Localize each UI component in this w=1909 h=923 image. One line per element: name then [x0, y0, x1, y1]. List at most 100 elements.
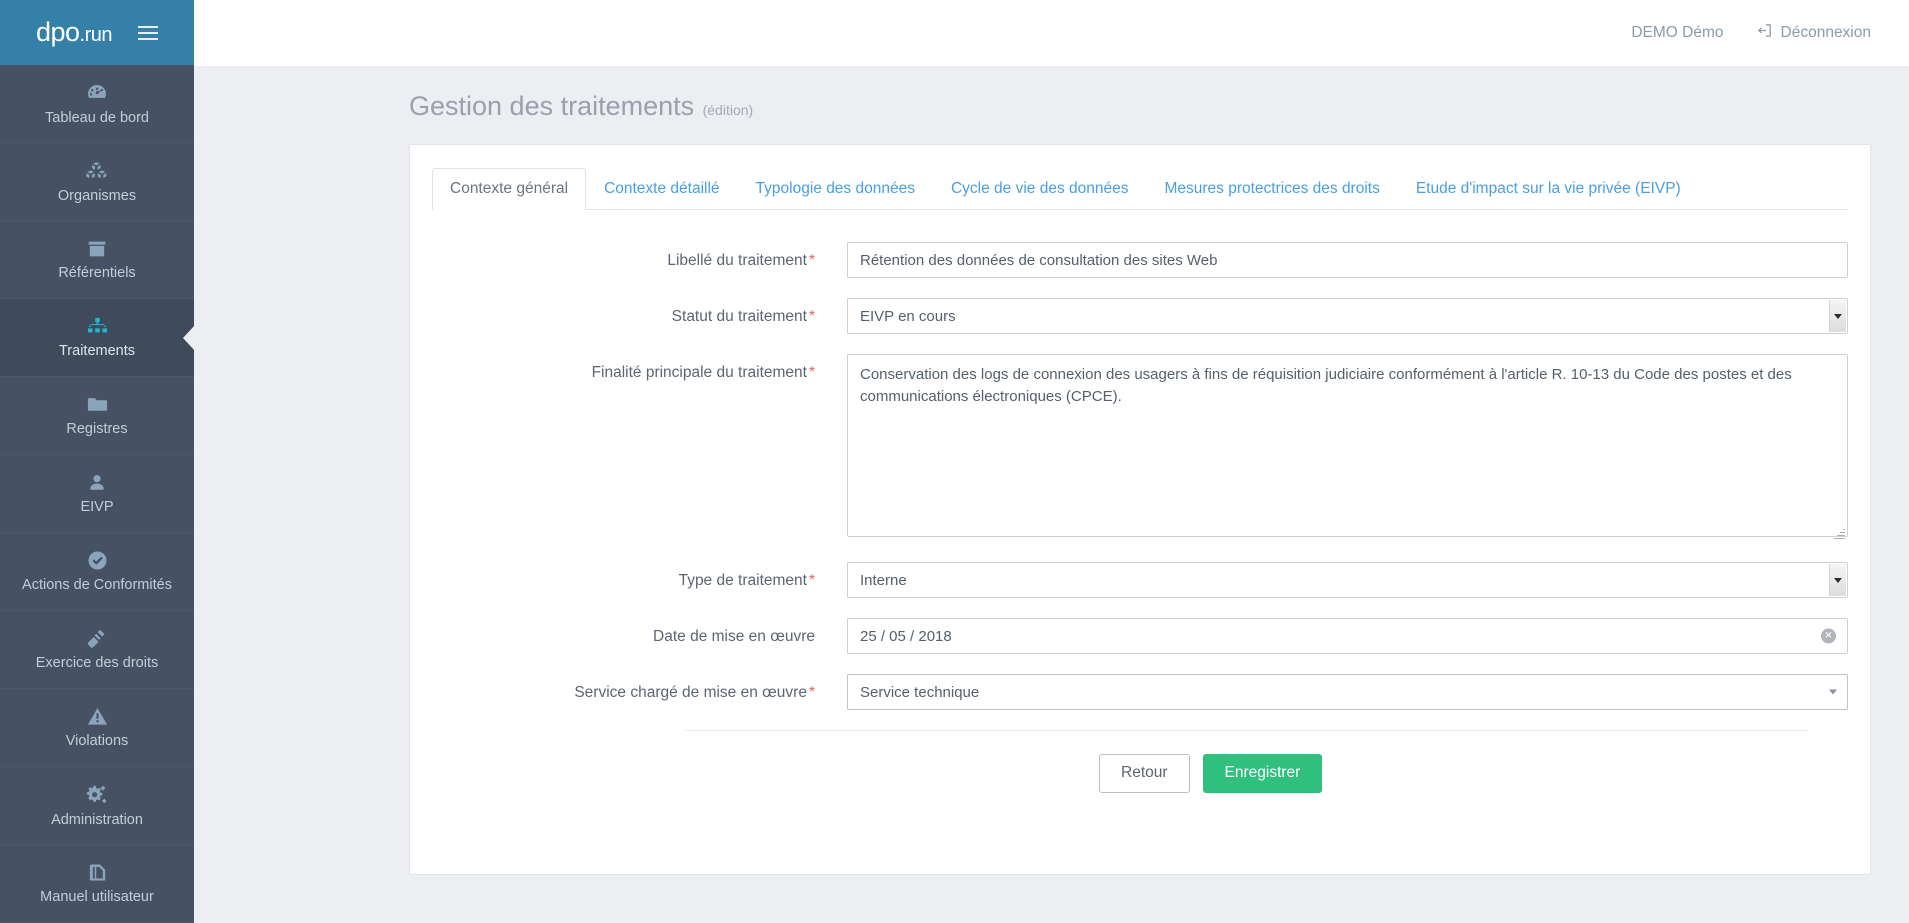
tab-mesures-protectrices-des-droits[interactable]: Mesures protectrices des droits: [1146, 168, 1397, 210]
sidebar-item-actions-de-conformites[interactable]: Actions de Conformités: [0, 533, 194, 611]
sidebar-item-eivp[interactable]: EIVP: [0, 455, 194, 533]
content-area: Contexte général Contexte détaillé Typol…: [194, 122, 1909, 923]
sidebar-item-referentiels[interactable]: Référentiels: [0, 221, 194, 299]
logo-suffix-text: .run: [79, 24, 113, 46]
tab-typologie-des-donnees[interactable]: Typologie des données: [738, 168, 933, 210]
brand-header: dpo.run: [0, 0, 194, 65]
tab-contexte-detaille[interactable]: Contexte détaillé: [586, 168, 737, 210]
user-icon: [86, 472, 108, 494]
field-finalite: [847, 354, 1848, 542]
form-card: Contexte général Contexte détaillé Typol…: [409, 144, 1871, 875]
label-statut: Statut du traitement *: [432, 298, 847, 327]
clear-circle-x-icon[interactable]: ✕: [1821, 628, 1836, 644]
field-date: ✕: [847, 618, 1848, 654]
service-selected-value: Service technique: [860, 683, 980, 701]
field-row-libelle: Libellé du traitement *: [432, 242, 1848, 278]
tab-contexte-general[interactable]: Contexte général: [432, 168, 587, 210]
label-libelle: Libellé du traitement *: [432, 242, 847, 271]
tab-bar: Contexte général Contexte détaillé Typol…: [432, 168, 1848, 210]
top-bar: DEMO Démo Déconnexion: [194, 0, 1909, 66]
sidebar-item-administration[interactable]: Administration: [0, 767, 194, 845]
field-libelle: [847, 242, 1848, 278]
label-text: Statut du traitement: [671, 308, 807, 325]
label-text: Service chargé de mise en œuvre: [574, 684, 807, 701]
save-button[interactable]: Enregistrer: [1202, 754, 1323, 793]
sidebar-item-registres[interactable]: Registres: [0, 377, 194, 455]
folder-icon: [86, 393, 109, 416]
field-row-service: Service chargé de mise en œuvre * Service…: [432, 674, 1848, 710]
gavel-icon: [86, 627, 109, 650]
book-icon: [86, 861, 109, 884]
traitement-form: Libellé du traitement* Statut du traitem…: [432, 210, 1848, 793]
logout-button[interactable]: Déconnexion: [1756, 22, 1871, 44]
required-marker: *: [808, 572, 815, 589]
field-row-finalite: Finalité principale du traitement *: [432, 354, 1848, 542]
sitemap-icon: [86, 315, 109, 338]
required-marker: *: [808, 308, 815, 325]
field-type: Interne: [847, 562, 1848, 598]
service-select[interactable]: Service technique: [847, 674, 1848, 710]
app-logo[interactable]: dpo.run: [35, 17, 113, 48]
required-marker: *: [808, 684, 815, 701]
tab-cycle-de-vie-des-donnees[interactable]: Cycle de vie des données: [933, 168, 1147, 210]
hamburger-icon[interactable]: [138, 25, 159, 40]
type-select[interactable]: Interne: [847, 562, 1848, 598]
finalite-textarea[interactable]: [847, 354, 1848, 537]
sidebar-item-label: EIVP: [80, 498, 114, 515]
tab-etude-impact-vie-privee[interactable]: Etude d'impact sur la vie privée (EIVP): [1398, 168, 1699, 210]
sidebar-item-label: Violations: [65, 733, 129, 750]
chevron-down-icon[interactable]: [1829, 564, 1846, 596]
field-row-statut: Statut du traitement * EIVP en cours: [432, 298, 1848, 334]
chevron-down-icon[interactable]: [1829, 689, 1837, 695]
page-header: Gestion des traitements (édition): [194, 66, 1909, 122]
sidebar-item-exercice-des-droits[interactable]: Exercice des droits: [0, 611, 194, 689]
sidebar-item-label: Référentiels: [58, 264, 136, 281]
label-text: Finalité principale du traitement: [591, 364, 807, 381]
label-text: Date de mise en œuvre: [653, 628, 815, 645]
sidebar-item-label: Organismes: [57, 187, 137, 204]
required-marker: *: [808, 252, 815, 269]
date-input[interactable]: [847, 618, 1848, 654]
type-selected-value: Interne: [860, 571, 907, 589]
label-text: Libellé du traitement: [667, 252, 807, 269]
logo-main-text: dpo: [35, 17, 80, 47]
sidebar: dpo.run Tableau de bord Organismes Référ…: [0, 0, 194, 923]
cubes-icon: [85, 159, 109, 183]
sidebar-item-label: Manuel utilisateur: [40, 889, 154, 906]
warning-triangle-icon: [86, 705, 109, 728]
gears-icon: [85, 783, 109, 807]
required-marker: *: [808, 364, 815, 381]
dashboard-gauge-icon: [85, 81, 109, 105]
sidebar-item-violations[interactable]: Violations: [0, 689, 194, 767]
archive-box-icon: [86, 238, 108, 260]
sign-out-icon: [1756, 22, 1773, 44]
statut-select[interactable]: EIVP en cours: [847, 298, 1848, 334]
field-row-type: Type de traitement * Interne: [432, 562, 1848, 598]
field-statut: EIVP en cours: [847, 298, 1848, 334]
sidebar-item-traitements[interactable]: Traitements: [0, 299, 194, 377]
main-area: DEMO Démo Déconnexion Gestion des traite…: [194, 0, 1909, 923]
label-text: Type de traitement: [678, 572, 807, 589]
sidebar-item-manuel-utilisateur[interactable]: Manuel utilisateur: [0, 845, 194, 923]
sidebar-item-tableau-de-bord[interactable]: Tableau de bord: [0, 65, 194, 143]
statut-selected-value: EIVP en cours: [860, 307, 956, 325]
page-subtitle: (édition): [702, 102, 754, 118]
sidebar-item-label: Traitements: [58, 343, 135, 360]
label-date: Date de mise en œuvre: [432, 618, 847, 647]
sidebar-item-organismes[interactable]: Organismes: [0, 143, 194, 221]
sidebar-nav: Tableau de bord Organismes Référentiels …: [0, 65, 194, 923]
chevron-down-icon[interactable]: [1829, 300, 1846, 332]
label-service: Service chargé de mise en œuvre *: [432, 674, 847, 703]
current-user-label: DEMO Démo: [1631, 24, 1724, 41]
libelle-input[interactable]: [847, 242, 1848, 278]
form-actions: Retour Enregistrer: [432, 731, 1848, 793]
field-row-date: Date de mise en œuvre ✕: [432, 618, 1848, 654]
check-circle-icon: [86, 549, 109, 572]
sidebar-item-label: Tableau de bord: [45, 109, 149, 126]
sidebar-item-label: Exercice des droits: [35, 655, 159, 672]
page-title: Gestion des traitements: [409, 91, 695, 121]
sidebar-item-label: Registres: [66, 421, 128, 438]
app-root: dpo.run Tableau de bord Organismes Référ…: [0, 0, 1909, 923]
logout-label: Déconnexion: [1780, 24, 1871, 41]
back-button[interactable]: Retour: [1099, 754, 1190, 793]
